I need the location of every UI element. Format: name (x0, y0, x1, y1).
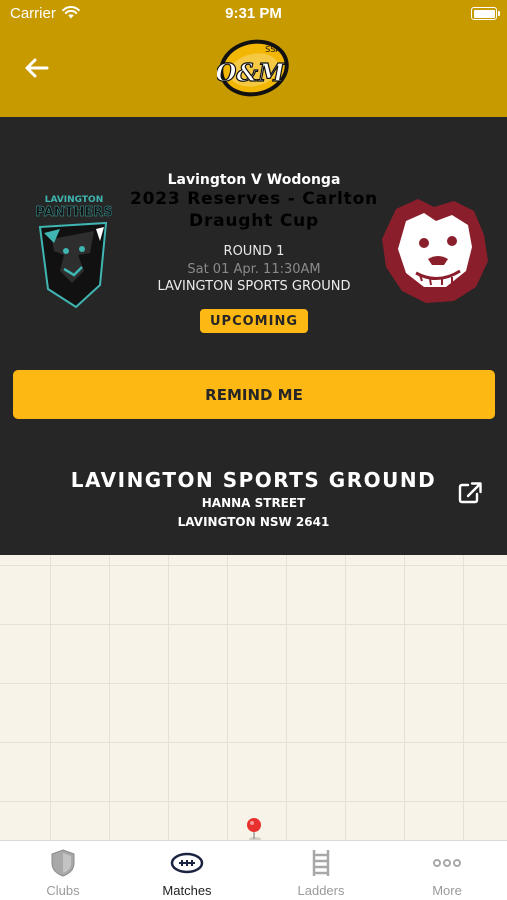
tab-label: Ladders (297, 883, 345, 898)
tab-label: Matches (162, 883, 212, 898)
venue-map[interactable] (0, 555, 507, 840)
football-icon (124, 848, 250, 878)
tab-label: Clubs (46, 883, 80, 898)
ground-street: HANNA STREET (201, 496, 306, 510)
tab-clubs[interactable]: Clubs (0, 841, 126, 900)
away-team-logo (376, 195, 491, 307)
back-button[interactable] (22, 55, 52, 81)
tab-label: More (432, 883, 462, 898)
matchup-title: Lavington V Wodonga (167, 172, 341, 188)
status-bar: Carrier 9:31 PM (0, 0, 507, 28)
external-link-icon (458, 482, 482, 504)
ground-suburb: LAVINGTON NSW 2641 (177, 515, 330, 529)
open-in-maps-button[interactable] (457, 481, 483, 505)
svg-text:SSA: SSA (265, 45, 281, 54)
clock: 9:31 PM (225, 5, 282, 22)
tab-matches[interactable]: Matches (124, 841, 250, 900)
svg-text:LAVINGTON: LAVINGTON (45, 195, 104, 205)
battery-icon (471, 7, 500, 20)
ladder-icon (258, 848, 384, 878)
match-datetime: Sat 01 Apr. 11:30AM (187, 262, 321, 277)
svg-text:O&M: O&M (217, 58, 286, 87)
app-header: Carrier 9:31 PM O&M SSA (0, 0, 507, 117)
tab-more[interactable]: More (384, 841, 507, 900)
round-label: ROUND 1 (223, 244, 285, 259)
ground-name: LAVINGTON SPORTS GROUND (70, 468, 437, 492)
shield-icon (0, 848, 126, 878)
arrow-left-icon (25, 58, 49, 78)
tab-bar: Clubs Matches Ladders More (0, 840, 507, 900)
competition-title: 2023 Reserves - Carlton Draught Cup (130, 188, 378, 232)
remind-me-button[interactable]: REMIND ME (13, 370, 495, 419)
status-badge: UPCOMING (200, 309, 308, 333)
more-dots-icon (384, 848, 507, 878)
svg-text:PANTHERS: PANTHERS (35, 205, 112, 220)
competition-line-1: 2023 Reserves - Carlton (130, 189, 378, 209)
app-logo: O&M SSA (215, 36, 291, 100)
home-team-logo: LAVINGTON PANTHERS (30, 193, 118, 311)
map-pin-icon[interactable] (244, 817, 264, 841)
competition-line-2: Draught Cup (189, 211, 319, 231)
tab-ladders[interactable]: Ladders (258, 841, 384, 900)
match-venue: LAVINGTON SPORTS GROUND (157, 279, 351, 294)
